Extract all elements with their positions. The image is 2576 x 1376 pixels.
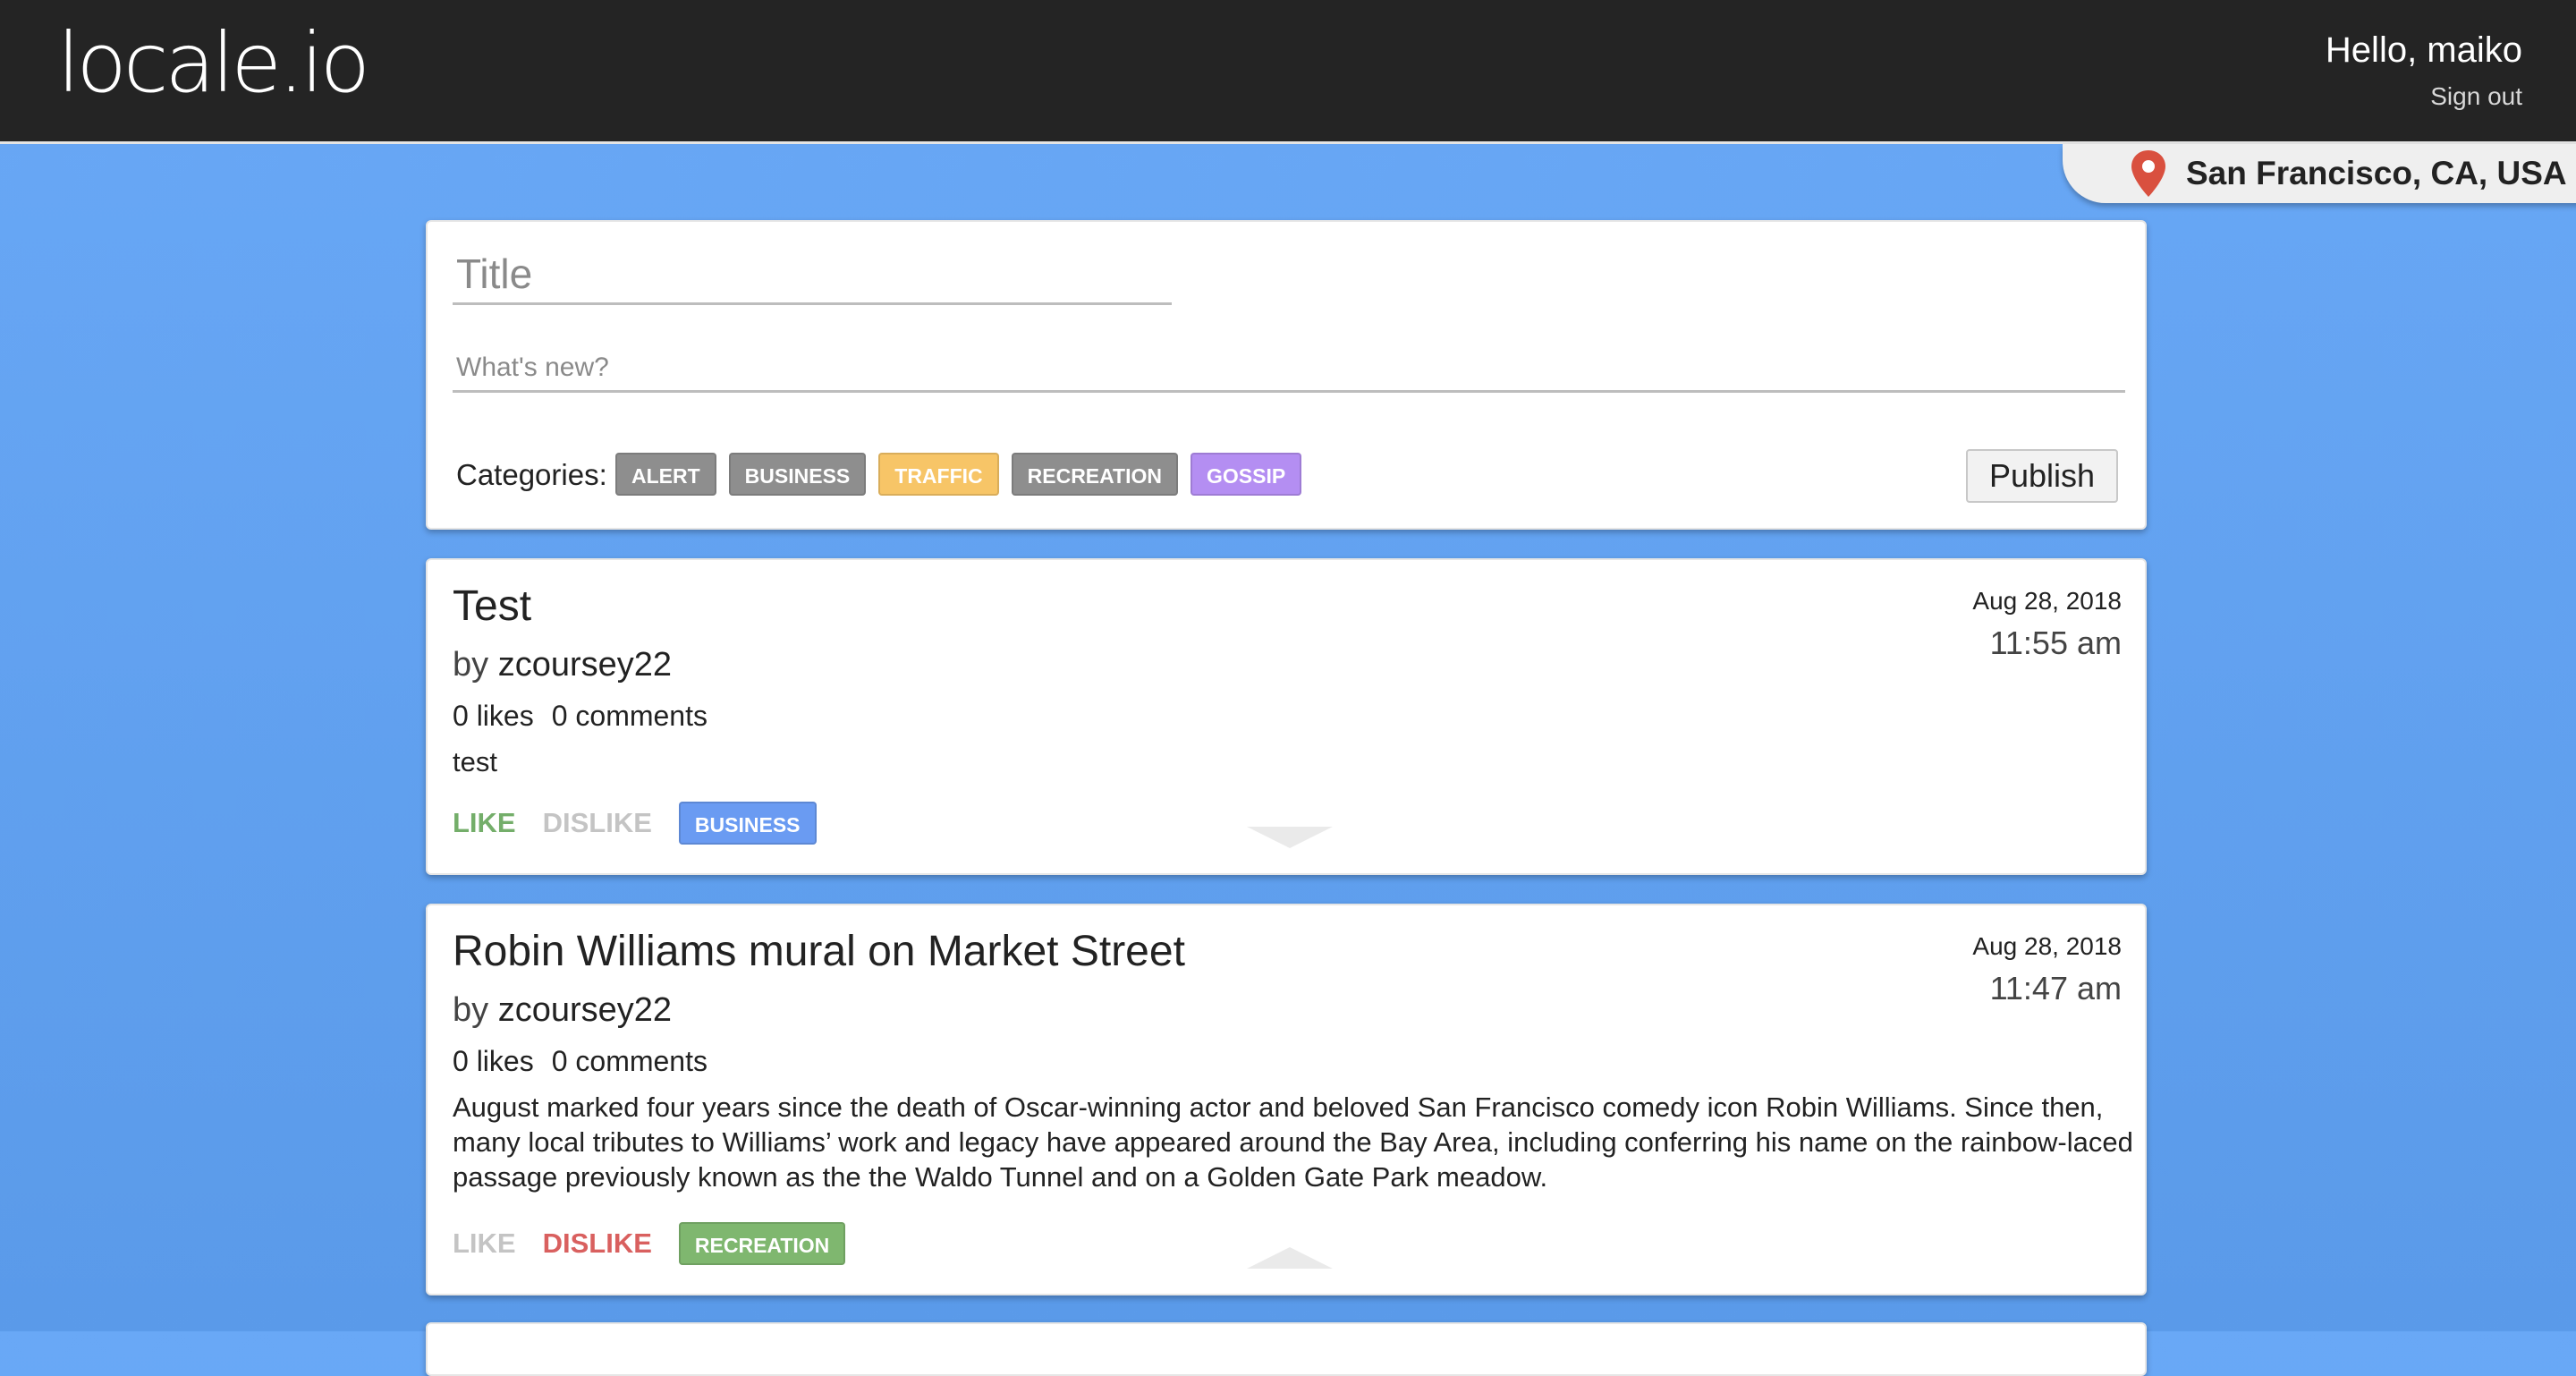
new-post-composer: Categories: ALERT BUSINESS TRAFFIC RECRE… xyxy=(426,220,2147,530)
category-tag-traffic[interactable]: TRAFFIC xyxy=(878,453,999,496)
post-body: test xyxy=(453,746,497,777)
publish-button[interactable]: Publish xyxy=(1966,449,2118,503)
category-tag-recreation[interactable]: RECREATION xyxy=(1011,453,1178,496)
sign-out-link[interactable]: Sign out xyxy=(2430,82,2522,111)
post-title: Test xyxy=(453,582,532,630)
post-card: Test by zcoursey22 0 likes 0 comments Aug… xyxy=(426,558,2147,875)
post-author-prefix: by xyxy=(453,646,489,684)
caret-up-icon[interactable] xyxy=(1247,1247,1333,1269)
post-category-tag[interactable]: RECREATION xyxy=(678,1222,846,1265)
category-tag-list: ALERT BUSINESS TRAFFIC RECREATION GOSSIP xyxy=(615,453,1302,496)
location-selector[interactable]: San Francisco, CA, USA xyxy=(2063,144,2576,203)
category-tag-business[interactable]: BUSINESS xyxy=(728,453,867,496)
app-logo[interactable]: locale.io xyxy=(57,16,370,111)
dislike-button[interactable]: DISLIKE xyxy=(543,1227,652,1260)
post-like-count: 0 likes xyxy=(453,1045,534,1077)
map-pin-icon xyxy=(2131,150,2165,197)
post-card-partial xyxy=(426,1322,2147,1376)
post-author-prefix: by xyxy=(453,991,489,1029)
post-actions: LIKE DISLIKE BUSINESS xyxy=(453,802,817,845)
post-like-count: 0 likes xyxy=(453,700,534,732)
post-author[interactable]: zcoursey22 xyxy=(498,991,672,1029)
location-label: San Francisco, CA, USA xyxy=(2186,155,2567,191)
post-date: Aug 28, 2018 xyxy=(1972,932,2122,960)
post-comment-count[interactable]: 0 comments xyxy=(552,700,708,732)
category-tag-alert[interactable]: ALERT xyxy=(615,453,716,496)
like-button[interactable]: LIKE xyxy=(453,807,516,839)
post-body: August marked four years since the death… xyxy=(453,1091,2133,1193)
user-greeting: Hello, maiko xyxy=(2325,30,2522,70)
post-title: Robin Williams mural on Market Street xyxy=(453,928,1185,975)
post-comment-count[interactable]: 0 comments xyxy=(552,1045,708,1077)
post-category-tag[interactable]: BUSINESS xyxy=(678,802,817,845)
post-time: 11:47 am xyxy=(1989,970,2122,1007)
post-time: 11:55 am xyxy=(1989,624,2122,661)
post-title-input[interactable] xyxy=(453,245,1172,305)
top-bar: locale.io Hello, maiko Sign out xyxy=(0,0,2576,144)
post-author-line: by zcoursey22 xyxy=(453,646,672,684)
post-author-line: by zcoursey22 xyxy=(453,991,672,1030)
post-card: Robin Williams mural on Market Street by… xyxy=(426,904,2147,1295)
categories-label: Categories: xyxy=(456,458,607,491)
post-date: Aug 28, 2018 xyxy=(1972,587,2122,615)
post-body-input[interactable] xyxy=(453,345,2125,393)
post-stats: 0 likes 0 comments xyxy=(453,700,708,733)
dislike-button[interactable]: DISLIKE xyxy=(543,807,652,839)
post-author[interactable]: zcoursey22 xyxy=(498,646,672,684)
like-button[interactable]: LIKE xyxy=(453,1227,516,1260)
post-stats: 0 likes 0 comments xyxy=(453,1045,708,1078)
post-actions: LIKE DISLIKE RECREATION xyxy=(453,1222,846,1265)
category-tag-gossip[interactable]: GOSSIP xyxy=(1191,453,1302,496)
caret-down-icon[interactable] xyxy=(1247,827,1333,848)
